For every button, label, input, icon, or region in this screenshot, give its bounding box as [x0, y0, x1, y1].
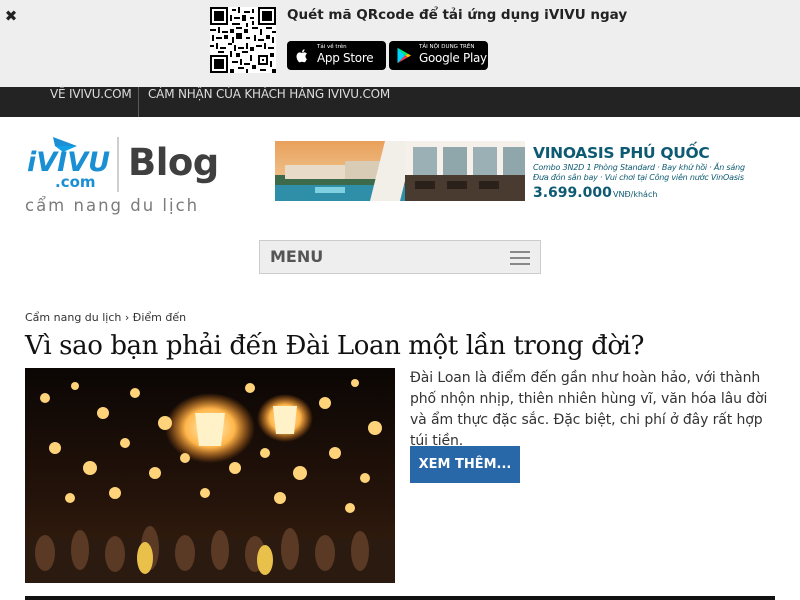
nav-item-about[interactable]: VỀ IVIVU.COM: [50, 87, 132, 117]
logo-domain: .com: [55, 173, 96, 191]
app-store-button[interactable]: Tải về trên App Store: [287, 41, 386, 70]
top-navigation: VỀ IVIVU.COM CẢM NHẬN CỦA KHÁCH HÀNG IVI…: [0, 87, 800, 117]
ad-resort-photo: [275, 141, 525, 201]
read-more-button[interactable]: XEM THÊM...: [410, 446, 520, 483]
app-download-banner: ✖ Quét mã QRcode để tải ứng dụng iVIVU n…: [0, 0, 800, 87]
ivivu-logo-icon: iVIVU .com: [27, 137, 110, 191]
main-menu-toggle[interactable]: MENU: [259, 240, 541, 274]
article-title[interactable]: Vì sao bạn phải đến Đài Loan một lần tro…: [25, 331, 645, 361]
app-store-label: App Store: [317, 51, 374, 65]
menu-label: MENU: [270, 247, 324, 266]
article-excerpt: Đài Loan là điểm đến gần như hoàn hảo, v…: [410, 370, 768, 449]
google-play-small-label: TẢI NỘI DUNG TRÊN: [419, 44, 475, 50]
nav-divider: [138, 87, 139, 117]
ad-price: 3.699.000: [533, 185, 612, 201]
breadcrumb-current-link[interactable]: Điểm đến: [133, 311, 186, 324]
breadcrumb-home-link[interactable]: Cẩm nang du lịch: [25, 311, 121, 324]
google-play-label: Google Play: [419, 51, 487, 65]
qr-code-icon: [210, 7, 276, 73]
ad-price-unit: VNĐ/khách: [613, 190, 658, 199]
google-play-icon: [397, 47, 411, 64]
app-store-small-label: Tải về trên: [317, 44, 347, 50]
breadcrumb: Cẩm nang du lịch › Điểm đến: [25, 311, 186, 324]
close-icon[interactable]: ✖: [4, 6, 18, 26]
logo-divider: [117, 137, 119, 192]
google-play-button[interactable]: TẢI NỘI DUNG TRÊN Google Play: [389, 41, 488, 70]
blog-title: Blog: [128, 141, 219, 184]
ad-line-2: Đưa đón sân bay · Vui chơi tại Công viên…: [533, 173, 744, 182]
banner-message: Quét mã QRcode để tải ứng dụng iVIVU nga…: [287, 7, 628, 23]
site-tagline: cẩm nang du lịch: [25, 196, 200, 215]
article-lanterns-photo[interactable]: [25, 368, 395, 583]
vinoasis-ad-banner[interactable]: VINOASIS PHÚ QUỐC Combo 3N2D 1 Phòng Sta…: [275, 141, 765, 201]
ad-title: VINOASIS PHÚ QUỐC: [533, 144, 710, 162]
ad-line-1: Combo 3N2D 1 Phòng Standard · Bay khứ hồ…: [533, 163, 745, 172]
section-divider: [25, 596, 775, 600]
apple-icon: [296, 49, 307, 63]
hamburger-icon: [510, 251, 530, 265]
nav-item-reviews[interactable]: CẢM NHẬN CỦA KHÁCH HÀNG IVIVU.COM: [148, 87, 390, 117]
breadcrumb-separator: ›: [124, 311, 130, 324]
